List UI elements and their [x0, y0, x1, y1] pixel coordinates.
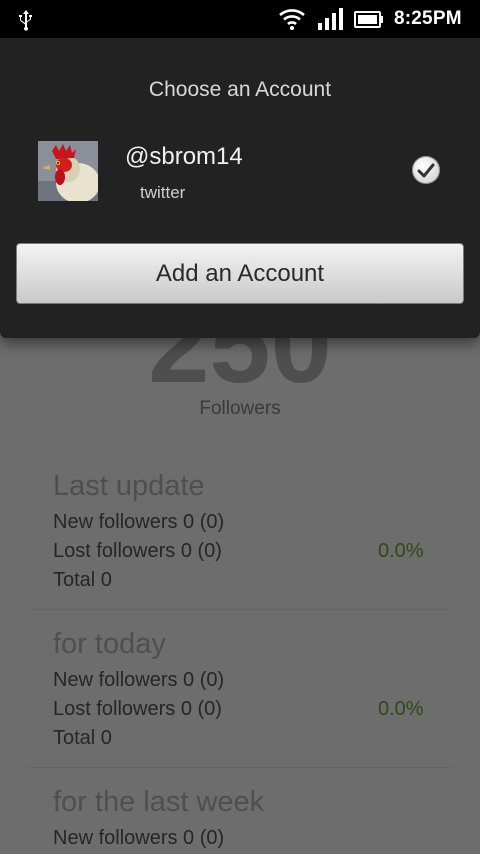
add-account-button[interactable]: Add an Account [16, 243, 464, 304]
status-bar: 8:25PM [0, 0, 480, 38]
new-followers-text: New followers 0 (0) [53, 511, 225, 533]
battery-icon [354, 11, 383, 28]
status-time: 8:25PM [394, 8, 462, 29]
section-title: for today [53, 628, 166, 660]
usb-icon [19, 10, 32, 31]
wifi-icon [279, 9, 305, 30]
account-handle: @sbrom14 [125, 143, 243, 170]
avatar [38, 141, 98, 201]
followers-label: Followers [199, 398, 281, 419]
section-title: Last update [53, 470, 205, 502]
lost-followers-text: Lost followers 0 (0) [53, 540, 222, 562]
section-title: for the last week [53, 786, 265, 818]
lost-followers-text: Lost followers 0 (0) [53, 698, 222, 720]
section-divider [30, 767, 450, 768]
new-followers-text: New followers 0 (0) [53, 827, 225, 849]
total-text: Total 0 [53, 569, 112, 591]
account-type: twitter [140, 183, 186, 202]
total-text: Total 0 [53, 727, 112, 749]
percent-change: 0.0% [378, 540, 424, 562]
signal-icon [318, 8, 343, 30]
selected-check-icon[interactable] [412, 156, 440, 184]
percent-change: 0.0% [378, 698, 424, 720]
choose-account-dialog: Choose an Account @sbrom14 twitter Add a… [0, 38, 480, 338]
section-divider [30, 609, 450, 610]
rooster-avatar-icon [38, 141, 98, 201]
dialog-title: Choose an Account [148, 78, 332, 101]
new-followers-text: New followers 0 (0) [53, 669, 225, 691]
